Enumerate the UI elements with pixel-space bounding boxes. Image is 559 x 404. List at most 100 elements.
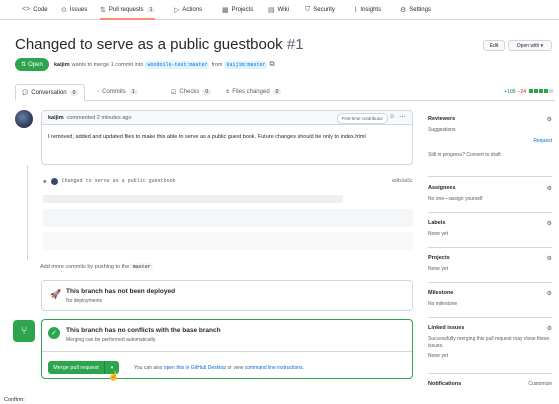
- section-value: None yet: [428, 231, 449, 237]
- divider: [428, 282, 552, 283]
- commit-message[interactable]: Changed to serve as a public guestbook: [62, 178, 176, 184]
- section-value: No milestone: [428, 301, 458, 307]
- collapsed-content: [43, 209, 413, 227]
- rocket-icon: 🚀: [50, 289, 62, 299]
- tab-conversation[interactable]: 💬 Conversation 0: [15, 84, 86, 101]
- customize-link[interactable]: Customize: [528, 381, 552, 387]
- tab-checks[interactable]: ☑ Checks 0: [165, 84, 217, 100]
- diffstat-bar: [528, 89, 553, 95]
- pull-request-icon: ⇅: [100, 7, 106, 14]
- section-title[interactable]: Reviewers: [428, 116, 455, 123]
- divider: [428, 317, 552, 318]
- command-line-link[interactable]: command line instructions: [245, 365, 303, 371]
- conflict-sub: Merging can be performed automatically.: [66, 337, 157, 343]
- copy-icon[interactable]: ⧉: [269, 61, 274, 69]
- sidebar-notifications: Notifications Customize: [428, 381, 552, 387]
- nav-label: Issues: [69, 6, 88, 13]
- gear-icon[interactable]: ⚙: [547, 325, 552, 332]
- sidebar-assignees: Assignees ⚙ No one—assign yourself: [428, 185, 552, 202]
- code-icon: <>: [22, 6, 31, 13]
- request-link[interactable]: Request: [428, 138, 552, 144]
- section-value: None yet: [428, 266, 449, 272]
- commit-sha[interactable]: e9b3a5c: [392, 178, 413, 184]
- nav-settings[interactable]: ⚙ Settings: [400, 4, 431, 15]
- open-with-button[interactable]: Open with ▾: [508, 40, 552, 51]
- collapsed-content: [43, 195, 343, 203]
- section-title[interactable]: Linked issues: [428, 325, 464, 332]
- additions: +109: [504, 89, 516, 95]
- sidebar-reviewers: Reviewers ⚙ Suggestions Request Still in …: [428, 116, 552, 158]
- merge-alternatives: You can also open this in GitHub Desktop…: [134, 365, 304, 371]
- pr-meta: kaijim wants to merge 1 commit into wood…: [54, 61, 274, 69]
- tab-commits[interactable]: ◦ Commits 1: [91, 84, 144, 100]
- divider: [42, 351, 412, 352]
- divider: [428, 212, 552, 213]
- nav-label: Actions: [182, 6, 203, 13]
- git-merge-icon: ⑂: [13, 320, 35, 342]
- nav-label: Security: [313, 6, 335, 13]
- comment-body: I removed, added and updated files to ma…: [48, 134, 366, 140]
- book-icon: ▤: [268, 6, 275, 14]
- confirm-label: Confirm:: [4, 397, 25, 403]
- section-title[interactable]: Labels: [428, 220, 445, 227]
- section-title[interactable]: Assignees: [428, 185, 456, 192]
- gear-icon[interactable]: ⚙: [547, 255, 552, 262]
- project-icon: ▦: [222, 6, 229, 14]
- nav-security[interactable]: ⛉ Security: [305, 4, 335, 15]
- kebab-menu-icon[interactable]: ⋯: [399, 113, 406, 121]
- nav-label: Insights: [360, 6, 382, 13]
- chevron-down-icon[interactable]: ▾: [105, 365, 119, 371]
- shield-icon: ⛉: [305, 5, 311, 13]
- section-title[interactable]: Projects: [428, 255, 450, 262]
- reviewer-suggestions: Suggestions: [428, 127, 456, 133]
- checklist-icon: ☑: [171, 89, 177, 96]
- contributor-badge: First-time contributor: [336, 113, 388, 124]
- section-value[interactable]: No one—assign yourself: [428, 196, 552, 202]
- draft-note[interactable]: Still in progress? Convert to draft: [428, 152, 552, 158]
- nav-insights[interactable]: ⌇ Insights: [354, 4, 381, 15]
- gear-icon[interactable]: ⚙: [547, 220, 552, 227]
- gear-icon[interactable]: ⚙: [547, 116, 552, 123]
- nav-projects[interactable]: ▦ Projects: [222, 4, 253, 15]
- nav-actions[interactable]: ▷ Actions: [174, 4, 202, 15]
- deploy-title: This branch has not been deployed: [66, 288, 176, 295]
- gear-icon[interactable]: ⚙: [547, 290, 552, 297]
- gear-icon[interactable]: ⚙: [547, 185, 552, 192]
- diffstat: +109 −24: [504, 89, 553, 95]
- pull-request-icon: ⇅: [21, 62, 27, 68]
- comment-author[interactable]: kaijim: [48, 115, 64, 121]
- pr-title: Changed to serve as a public guestbook: [15, 36, 283, 53]
- gear-icon: ⚙: [400, 6, 407, 14]
- section-note: Successfully merging this pull request m…: [428, 336, 550, 349]
- avatar[interactable]: [15, 110, 33, 128]
- repo-nav: <> Code ⊙ Issues ⇅ Pull requests 1 ▷ Act…: [0, 0, 559, 20]
- commit-icon: ◦: [97, 89, 100, 95]
- nav-code[interactable]: <> Code: [22, 4, 48, 15]
- nav-issues[interactable]: ⊙ Issues: [61, 4, 87, 15]
- smiley-icon[interactable]: ☺: [389, 114, 395, 120]
- base-branch[interactable]: woodoils-test:master: [145, 61, 210, 69]
- tab-count: 0: [272, 89, 282, 95]
- tab-files-changed[interactable]: ± Files changed 0: [220, 84, 287, 100]
- nav-label: Wiki: [277, 6, 289, 13]
- check-circle-icon: ✓: [48, 327, 60, 339]
- nav-label: Pull requests: [108, 7, 144, 13]
- nav-pull-requests[interactable]: ⇅ Pull requests 1: [100, 2, 156, 20]
- graph-icon: ⌇: [354, 6, 358, 14]
- open-in-desktop-link[interactable]: open this in GitHub Desktop: [164, 365, 226, 371]
- merge-box: ✓ This branch has no conflicts with the …: [41, 319, 413, 379]
- from-text: from: [211, 62, 223, 68]
- page-title: Changed to serve as a public guestbook #…: [15, 36, 304, 53]
- nav-label: Settings: [409, 6, 431, 13]
- mouse-cursor-icon: ☝: [108, 371, 120, 381]
- edit-button[interactable]: Edit: [483, 40, 505, 51]
- section-title[interactable]: Milestone: [428, 290, 453, 297]
- nav-wiki[interactable]: ▤ Wiki: [268, 4, 289, 15]
- author-link[interactable]: kaijim: [54, 62, 70, 68]
- merge-button-label[interactable]: Merge pull request: [48, 361, 105, 374]
- meta-text: wants to merge 1 commit into: [71, 62, 144, 68]
- nav-label: Projects: [231, 6, 254, 13]
- tab-count: 0: [202, 89, 212, 95]
- tab-label: Files changed: [232, 89, 270, 95]
- head-branch[interactable]: kaijim:master: [224, 61, 268, 69]
